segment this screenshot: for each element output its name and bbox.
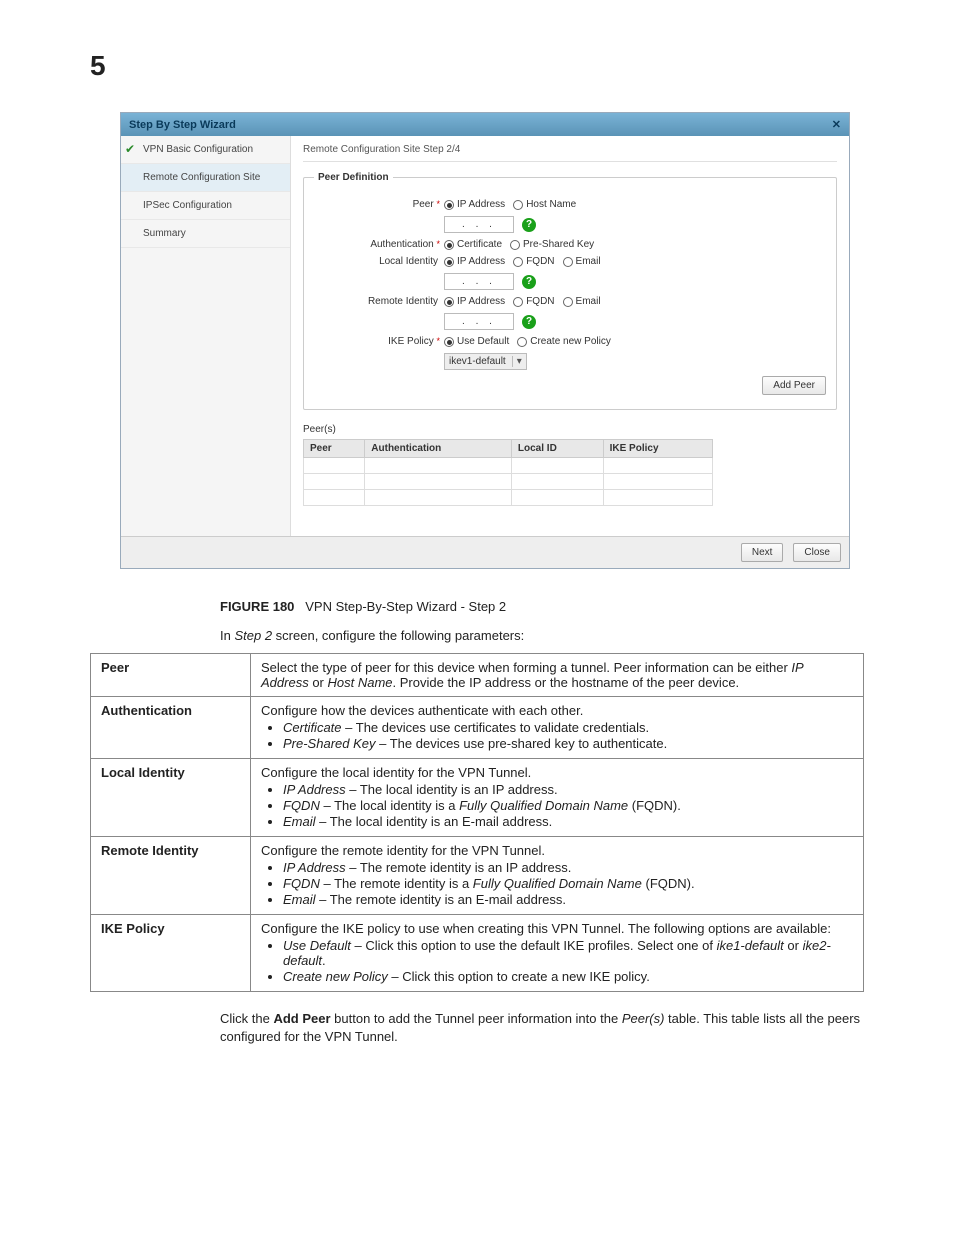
radio-auth-cert[interactable]: Certificate bbox=[444, 239, 502, 250]
param-desc: Configure the local identity for the VPN… bbox=[251, 759, 864, 837]
param-name: Remote Identity bbox=[91, 837, 251, 915]
sidebar-item-ipsec-config[interactable]: IPSec Configuration bbox=[121, 192, 290, 220]
required-star: * bbox=[436, 199, 440, 209]
param-name: IKE Policy bbox=[91, 915, 251, 992]
radio-remote-email[interactable]: Email bbox=[563, 296, 601, 307]
row-peer: Peer * IP Address Host Name bbox=[314, 199, 826, 210]
radio-peer-ip[interactable]: IP Address bbox=[444, 199, 505, 210]
param-row-peer: Peer Select the type of peer for this de… bbox=[91, 654, 864, 697]
peer-definition-fieldset: Peer Definition Peer * IP Address Host N… bbox=[303, 172, 837, 410]
peers-table: Peer Authentication Local ID IKE Policy bbox=[303, 439, 713, 506]
help-icon[interactable]: ? bbox=[522, 275, 536, 289]
sidebar-item-vpn-basic[interactable]: ✔ VPN Basic Configuration bbox=[121, 136, 290, 164]
page-number: 5 bbox=[90, 50, 864, 82]
help-icon[interactable]: ? bbox=[522, 315, 536, 329]
row-remote-input: . . . ? bbox=[314, 313, 826, 330]
row-peer-input: . . . ? bbox=[314, 216, 826, 233]
wizard-footer: Next Close bbox=[121, 536, 849, 568]
param-desc: Configure the IKE policy to use when cre… bbox=[251, 915, 864, 992]
radio-ike-usedefault[interactable]: Use Default bbox=[444, 336, 509, 347]
param-name: Authentication bbox=[91, 697, 251, 759]
col-auth: Authentication bbox=[365, 440, 512, 458]
peers-label: Peer(s) bbox=[303, 424, 837, 435]
param-name: Peer bbox=[91, 654, 251, 697]
local-ip-input[interactable]: . . . bbox=[444, 273, 514, 290]
radio-local-ip[interactable]: IP Address bbox=[444, 256, 505, 267]
col-localid: Local ID bbox=[511, 440, 603, 458]
close-icon[interactable]: ✕ bbox=[832, 118, 841, 131]
label-ike: IKE Policy * bbox=[314, 336, 444, 347]
wizard-main: Remote Configuration Site Step 2/4 Peer … bbox=[291, 136, 849, 536]
radio-ike-createnew[interactable]: Create new Policy bbox=[517, 336, 611, 347]
label-auth: Authentication * bbox=[314, 239, 444, 250]
radio-local-fqdn[interactable]: FQDN bbox=[513, 256, 554, 267]
col-ike: IKE Policy bbox=[603, 440, 712, 458]
row-ike-select: ikev1-default ▾ bbox=[314, 353, 826, 370]
wizard-step-header: Remote Configuration Site Step 2/4 bbox=[303, 144, 837, 162]
radio-remote-fqdn[interactable]: FQDN bbox=[513, 296, 554, 307]
param-desc: Select the type of peer for this device … bbox=[251, 654, 864, 697]
row-local-id: Local Identity IP Address FQDN Email bbox=[314, 256, 826, 267]
sidebar-item-remote-config[interactable]: Remote Configuration Site bbox=[121, 164, 290, 192]
closing-text: Click the Add Peer button to add the Tun… bbox=[220, 1010, 864, 1046]
param-desc: Configure the remote identity for the VP… bbox=[251, 837, 864, 915]
param-name: Local Identity bbox=[91, 759, 251, 837]
remote-ip-input[interactable]: . . . bbox=[444, 313, 514, 330]
param-row-local: Local Identity Configure the local ident… bbox=[91, 759, 864, 837]
param-desc: Configure how the devices authenticate w… bbox=[251, 697, 864, 759]
radio-peer-hostname[interactable]: Host Name bbox=[513, 199, 576, 210]
row-auth: Authentication * Certificate Pre-Shared … bbox=[314, 239, 826, 250]
table-row bbox=[304, 490, 713, 506]
sidebar-item-label: Summary bbox=[143, 228, 186, 239]
parameter-table: Peer Select the type of peer for this de… bbox=[90, 653, 864, 992]
help-icon[interactable]: ? bbox=[522, 218, 536, 232]
label-remote-id: Remote Identity bbox=[314, 296, 444, 307]
sidebar-item-label: Remote Configuration Site bbox=[143, 172, 260, 183]
add-peer-button[interactable]: Add Peer bbox=[762, 376, 826, 395]
figure-caption: FIGURE 180 VPN Step-By-Step Wizard - Ste… bbox=[220, 599, 864, 614]
col-peer: Peer bbox=[304, 440, 365, 458]
wizard-body: ✔ VPN Basic Configuration Remote Configu… bbox=[121, 136, 849, 536]
sidebar-item-label: VPN Basic Configuration bbox=[143, 144, 253, 155]
intro-text: In Step 2 screen, configure the followin… bbox=[220, 628, 864, 643]
wizard-title-text: Step By Step Wizard bbox=[129, 119, 236, 131]
check-icon: ✔ bbox=[125, 142, 135, 156]
wizard-sidebar: ✔ VPN Basic Configuration Remote Configu… bbox=[121, 136, 291, 536]
required-star: * bbox=[436, 239, 440, 249]
sidebar-item-label: IPSec Configuration bbox=[143, 200, 232, 211]
param-row-auth: Authentication Configure how the devices… bbox=[91, 697, 864, 759]
wizard-title-bar: Step By Step Wizard ✕ bbox=[121, 113, 849, 136]
row-ike: IKE Policy * Use Default Create new Poli… bbox=[314, 336, 826, 347]
radio-local-email[interactable]: Email bbox=[563, 256, 601, 267]
chevron-down-icon: ▾ bbox=[512, 356, 522, 367]
peer-definition-legend: Peer Definition bbox=[314, 172, 393, 183]
row-local-input: . . . ? bbox=[314, 273, 826, 290]
param-row-ike: IKE Policy Configure the IKE policy to u… bbox=[91, 915, 864, 992]
sidebar-item-summary[interactable]: Summary bbox=[121, 220, 290, 248]
ike-policy-select[interactable]: ikev1-default ▾ bbox=[444, 353, 527, 370]
close-button[interactable]: Close bbox=[793, 543, 841, 562]
radio-auth-psk[interactable]: Pre-Shared Key bbox=[510, 239, 594, 250]
required-star: * bbox=[436, 336, 440, 346]
wizard-window: Step By Step Wizard ✕ ✔ VPN Basic Config… bbox=[120, 112, 850, 569]
next-button[interactable]: Next bbox=[741, 543, 784, 562]
param-row-remote: Remote Identity Configure the remote ide… bbox=[91, 837, 864, 915]
label-local-id: Local Identity bbox=[314, 256, 444, 267]
label-peer: Peer * bbox=[314, 199, 444, 210]
table-row bbox=[304, 474, 713, 490]
table-row bbox=[304, 458, 713, 474]
peer-ip-input[interactable]: . . . bbox=[444, 216, 514, 233]
row-remote-id: Remote Identity IP Address FQDN Email bbox=[314, 296, 826, 307]
radio-remote-ip[interactable]: IP Address bbox=[444, 296, 505, 307]
